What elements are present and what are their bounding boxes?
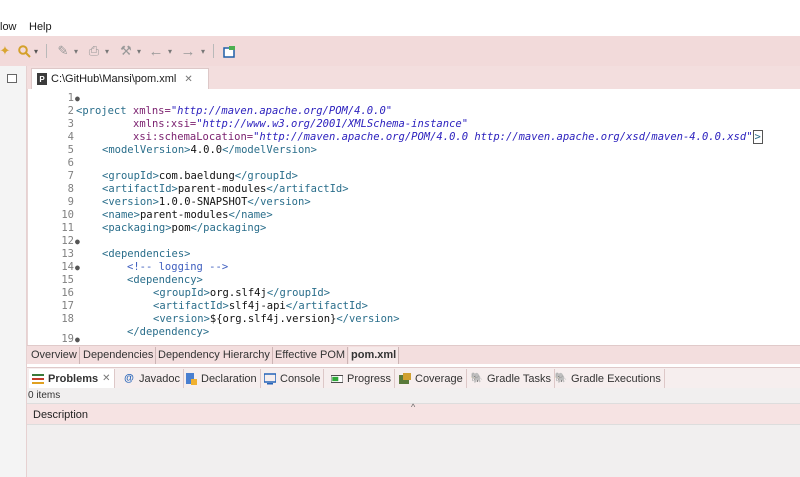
problems-item-count: 0 items [28, 390, 61, 401]
problems-icon [32, 373, 44, 385]
tab-dependency-hierarchy[interactable]: Dependency Hierarchy [156, 347, 273, 364]
chevron-down-icon[interactable]: ▾ [166, 42, 174, 60]
forward-icon[interactable]: → [180, 42, 196, 60]
xml-source-editor[interactable]: 1 ● <project xmlns="http://maven.apache.o… [27, 89, 800, 345]
tab-coverage-label: Coverage [415, 372, 463, 385]
new-icon[interactable]: ✦ [0, 42, 10, 60]
gradle-icon: 🐘 [554, 373, 568, 384]
line-number: 18 [61, 313, 74, 325]
declaration-icon [185, 372, 197, 385]
fold-icon[interactable]: ● [75, 92, 80, 105]
line-number: 13 [61, 248, 74, 260]
line-number: 1 [67, 92, 74, 104]
fold-icon[interactable]: ● [75, 333, 80, 345]
tab-gradle-executions[interactable]: 🐘 Gradle Executions [552, 369, 665, 388]
line-number: 19 [61, 333, 74, 345]
line-number: 5 [67, 144, 74, 156]
at-icon: @ [124, 373, 134, 384]
print-icon[interactable]: ⎙ [87, 42, 101, 60]
close-icon[interactable]: ✕ [102, 373, 110, 384]
tab-declaration-label: Declaration [201, 372, 257, 385]
edit-icon[interactable]: ✎ [56, 42, 70, 60]
xml-file-icon: P [37, 73, 47, 85]
progress-icon [331, 373, 343, 385]
editor-tab-bar: P C:\GitHub\Mansi\pom.xml ✕ [27, 66, 800, 89]
problems-table-header: ^ Description [27, 402, 800, 425]
chevron-down-icon[interactable]: ▾ [135, 42, 143, 60]
tools-icon[interactable]: ⚒ [119, 42, 133, 60]
problems-view: 0 items ^ Description [27, 388, 800, 477]
tab-problems[interactable]: Problems ✕ [29, 369, 115, 388]
menu-bar: low Help [0, 0, 800, 36]
line-number: 9 [67, 196, 74, 208]
tab-console[interactable]: Console [261, 369, 325, 388]
tab-declaration[interactable]: Declaration [182, 369, 261, 388]
main-toolbar: ✦ ▾ ✎ ▾ ⎙ ▾ ⚒ ▾ ← ▾ → ▾ [0, 36, 800, 66]
line-number: 16 [61, 287, 74, 299]
line-number: 8 [67, 183, 74, 195]
tab-progress[interactable]: Progress [328, 369, 396, 388]
gradle-icon: 🐘 [470, 373, 484, 384]
tab-overview[interactable]: Overview [29, 347, 80, 364]
fold-icon[interactable]: ● [75, 261, 80, 274]
line-number: 3 [67, 118, 74, 130]
tab-gradle-tasks-label: Gradle Tasks [487, 372, 551, 385]
menu-window[interactable]: low [0, 21, 17, 33]
tab-coverage[interactable]: Coverage [396, 369, 467, 388]
line-number: 12 [61, 235, 74, 247]
column-header-description[interactable]: Description [33, 409, 88, 421]
tab-pom-xml[interactable]: pom.xml [349, 347, 400, 364]
left-trim-stack [0, 66, 27, 477]
console-icon [264, 372, 276, 385]
tab-effective-pom[interactable]: Effective POM [273, 347, 349, 364]
tab-problems-label: Problems [48, 372, 99, 385]
line-number: 11 [61, 222, 74, 234]
sort-up-icon: ^ [411, 402, 416, 412]
bottom-view-tabs: Problems ✕ @ Javadoc Declaration Console… [27, 367, 800, 388]
back-icon[interactable]: ← [148, 42, 164, 60]
fold-icon[interactable]: ● [75, 235, 80, 248]
line-number: 17 [61, 300, 74, 312]
tab-progress-label: Progress [347, 372, 392, 385]
line-number: 2 [67, 105, 74, 117]
line-number: 7 [67, 170, 74, 182]
editor-tab-label: C:\GitHub\Mansi\pom.xml [51, 73, 177, 85]
line-number: 15 [61, 274, 74, 286]
pom-editor-page-tabs: Overview Dependencies Dependency Hierarc… [27, 345, 800, 364]
tab-console-label: Console [280, 372, 321, 385]
chevron-down-icon[interactable]: ▾ [103, 42, 111, 60]
tab-gradle-tasks[interactable]: 🐘 Gradle Tasks [468, 369, 555, 388]
line-number: 4 [67, 131, 74, 143]
chevron-down-icon[interactable]: ▾ [72, 42, 80, 60]
search-icon[interactable] [17, 42, 31, 60]
line-number: 14 [61, 261, 74, 273]
line-number: 6 [67, 157, 74, 169]
chevron-down-icon[interactable]: ▾ [32, 42, 40, 60]
tab-javadoc[interactable]: @ Javadoc [120, 369, 184, 388]
chevron-down-icon[interactable]: ▾ [199, 42, 207, 60]
restore-icon[interactable] [7, 74, 17, 83]
tab-gradle-executions-label: Gradle Executions [571, 372, 661, 385]
editor-tab-pom[interactable]: P C:\GitHub\Mansi\pom.xml ✕ [31, 68, 209, 89]
coverage-icon [399, 372, 411, 385]
close-icon[interactable]: ✕ [184, 74, 192, 85]
tab-dependencies[interactable]: Dependencies [81, 347, 157, 364]
window-icon[interactable] [222, 42, 236, 60]
tab-javadoc-label: Javadoc [139, 372, 180, 385]
line-number: 10 [61, 209, 74, 221]
menu-help[interactable]: Help [29, 21, 52, 33]
